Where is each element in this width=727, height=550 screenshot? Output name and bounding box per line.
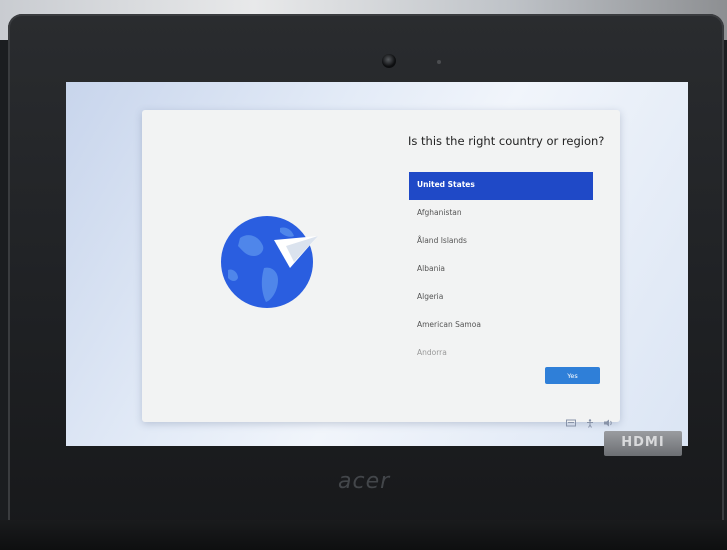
country-list[interactable]: United States Afghanistan Åland Islands … [409, 172, 593, 358]
acer-logo: acer [338, 469, 391, 494]
country-option[interactable]: United States [409, 172, 593, 200]
country-option[interactable]: Albania [409, 256, 593, 284]
accessibility-icon[interactable] [586, 419, 594, 430]
page-title: Is this the right country or region? [408, 134, 605, 148]
webcam-indicator [437, 60, 441, 64]
country-option[interactable]: Afghanistan [409, 200, 593, 228]
country-option[interactable]: Åland Islands [409, 228, 593, 256]
country-option[interactable]: Andorra [409, 340, 593, 358]
laptop-base [0, 520, 727, 550]
oobe-tray [566, 419, 614, 430]
country-option[interactable]: American Samoa [409, 312, 593, 340]
webcam [382, 54, 396, 68]
globe-illustration [220, 210, 340, 310]
laptop-bezel: Is this the right country or region? Uni… [8, 14, 724, 550]
volume-icon[interactable] [604, 419, 614, 430]
yes-button[interactable]: Yes [545, 367, 600, 384]
oobe-region-dialog: Is this the right country or region? Uni… [142, 110, 620, 422]
country-option[interactable]: Algeria [409, 284, 593, 312]
globe-icon [221, 216, 318, 308]
hdmi-sticker: HDMI [604, 431, 682, 456]
keyboard-icon[interactable] [566, 419, 576, 430]
laptop-screen: Is this the right country or region? Uni… [66, 82, 688, 446]
